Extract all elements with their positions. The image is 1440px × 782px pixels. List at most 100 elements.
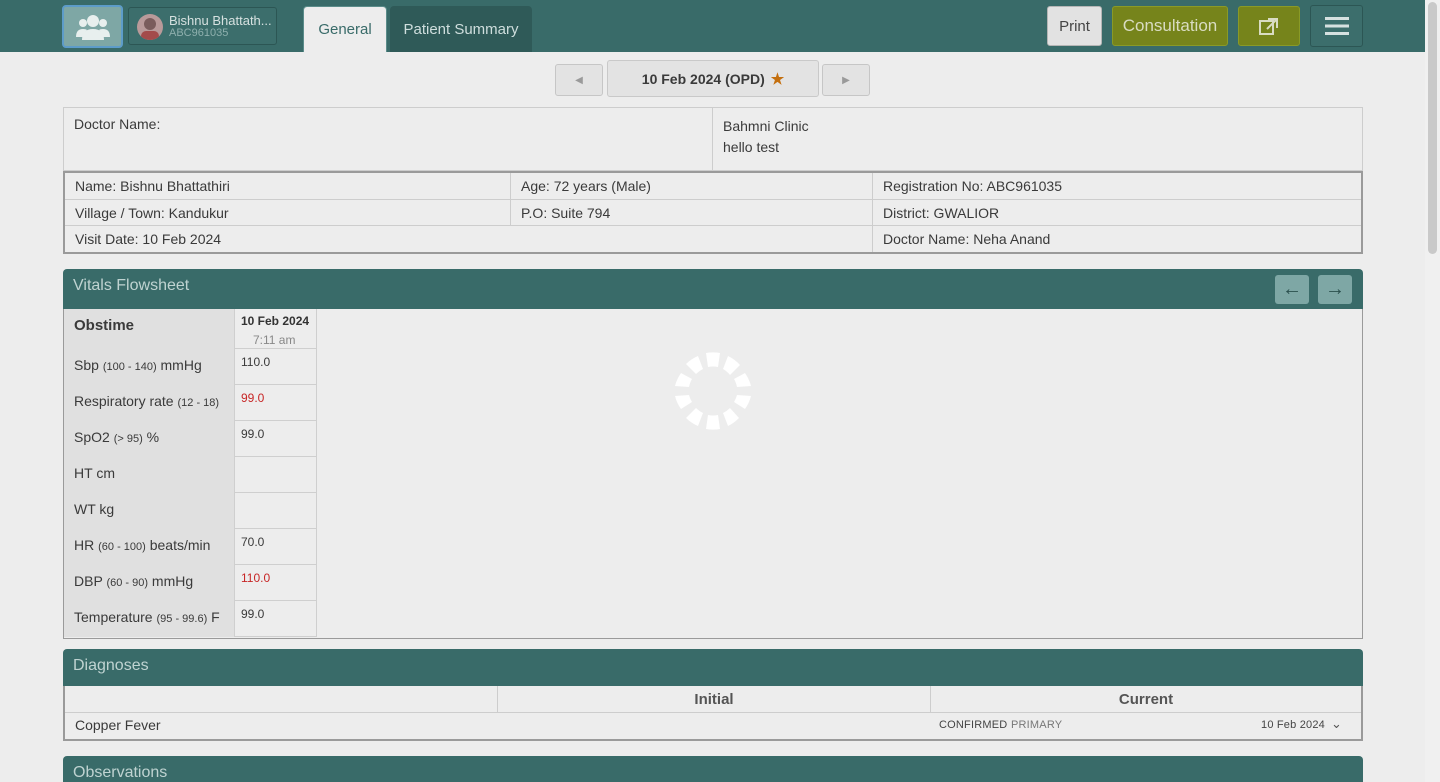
consultation-button[interactable]: Consultation	[1112, 6, 1228, 46]
vital-label: Temperature (95 - 99.6) F	[64, 601, 235, 637]
clinic-note: hello test	[723, 139, 780, 155]
vital-name: SpO2	[74, 429, 110, 445]
doctor-name-cell: Doctor Name: Neha Anand	[883, 231, 1051, 247]
vital-unit: cm	[96, 465, 115, 481]
users-icon	[75, 14, 110, 40]
vitals-flowsheet-header: Vitals Flowsheet	[63, 269, 1363, 309]
vitals-row: Temperature (95 - 99.6) F 99.0	[64, 601, 317, 637]
vital-range: (60 - 100)	[98, 541, 146, 553]
patient-search-button[interactable]	[62, 5, 123, 48]
top-header: Bishnu Bhattath... ABC961035 General Pat…	[0, 0, 1425, 52]
vital-value: 99.0	[241, 391, 265, 405]
visit-date-cell: Visit Date: 10 Feb 2024	[65, 226, 873, 252]
chevron-down-icon[interactable]: ⌄	[1331, 716, 1342, 732]
vital-name: Sbp	[74, 357, 99, 373]
caret-left-icon: ◀	[575, 74, 583, 86]
next-visit-button[interactable]: ▶	[822, 64, 870, 96]
vital-range: (95 - 99.6)	[156, 613, 208, 625]
village-cell: Village / Town: Kandukur	[65, 200, 511, 226]
tab-general[interactable]: General	[303, 6, 387, 52]
vital-label: Sbp (100 - 140) mmHg	[64, 349, 235, 385]
arrow-left-icon: ←	[1282, 278, 1302, 300]
dashboard-header: Doctor Name: Bahmni Clinic hello test	[63, 107, 1363, 171]
visit-date-label: 10 Feb 2024 (OPD)	[641, 70, 765, 87]
diagnosis-name: Copper Fever	[75, 717, 161, 733]
diagnoses-header: Diagnoses	[63, 649, 1363, 686]
star-icon: ★	[770, 70, 785, 88]
diagnosis-certainty: CONFIRMED	[939, 719, 1008, 731]
patient-name-cell: Name: Bishnu Bhattathiri	[65, 173, 511, 200]
vital-label: WT kg	[64, 493, 235, 529]
vital-unit: F	[211, 609, 220, 625]
vital-range: (60 - 90)	[106, 577, 149, 589]
vital-value: 70.0	[241, 535, 265, 549]
patient-info-chip[interactable]: Bishnu Bhattath... ABC961035	[128, 7, 277, 45]
vital-unit: kg	[99, 501, 115, 517]
vitals-header-row: Obstime 10 Feb 2024 7:11 am	[64, 309, 317, 349]
patient-name: Bishnu Bhattath...	[169, 13, 272, 28]
vitals-title: Vitals Flowsheet	[73, 277, 190, 294]
page-scrollbar[interactable]	[1425, 0, 1440, 782]
vitals-row: Respiratory rate (12 - 18) 99.0	[64, 385, 317, 421]
vital-label: SpO2 (> 95) %	[64, 421, 235, 457]
vital-name: Temperature	[74, 609, 153, 625]
avatar	[137, 14, 163, 40]
vital-value: 110.0	[241, 571, 271, 585]
loading-spinner-icon	[675, 352, 751, 430]
vital-unit: %	[146, 429, 160, 445]
observations-title: Observations	[73, 764, 168, 781]
vital-range: (100 - 140)	[102, 361, 157, 373]
doctor-name-label: Doctor Name:	[64, 108, 713, 170]
diagnoses-table: Initial Current Copper Fever CONFIRMED P…	[63, 686, 1363, 741]
vitals-next-button[interactable]: →	[1318, 275, 1352, 304]
vitals-col-date: 10 Feb 2024	[241, 314, 310, 328]
obstime-label: Obstime	[64, 309, 235, 349]
vital-value: 110.0	[241, 355, 271, 369]
vitals-prev-button[interactable]: ←	[1275, 275, 1309, 304]
external-link-icon	[1259, 18, 1278, 35]
vitals-row: SpO2 (> 95) % 99.0	[64, 421, 317, 457]
vital-label: HR (60 - 100) beats/min	[64, 529, 235, 565]
vital-value: 99.0	[241, 427, 265, 441]
district-cell: District: GWALIOR	[873, 200, 1361, 226]
clinic-name: Bahmni Clinic	[723, 118, 809, 134]
diagnosis-order: PRIMARY	[1011, 719, 1063, 731]
open-external-button[interactable]	[1238, 6, 1300, 46]
diagnoses-header-row: Initial Current	[65, 686, 1361, 713]
po-cell: P.O: Suite 794	[511, 200, 873, 226]
registration-cell: Registration No: ABC961035	[873, 173, 1361, 200]
vitals-row: DBP (60 - 90) mmHg 110.0	[64, 565, 317, 601]
clinic-info: Bahmni Clinic hello test	[723, 116, 809, 158]
hamburger-icon	[1324, 17, 1349, 35]
vitals-col-time: 7:11 am	[253, 333, 296, 347]
vitals-row: HT cm	[64, 457, 317, 493]
vitals-row: Sbp (100 - 140) mmHg 110.0	[64, 349, 317, 385]
vital-name: Respiratory rate	[74, 393, 174, 409]
col-current: Current	[930, 686, 1361, 713]
menu-button[interactable]	[1310, 5, 1363, 47]
vital-range: (> 95)	[113, 433, 143, 445]
previous-visit-button[interactable]: ◀	[555, 64, 603, 96]
arrow-right-icon: →	[1325, 278, 1345, 300]
patient-info-table: Name: Bishnu Bhattathiri Age: 72 years (…	[63, 171, 1363, 254]
vital-value-cell	[235, 457, 317, 493]
vital-name: WT	[74, 501, 96, 517]
observations-header: Observations	[63, 756, 1363, 782]
visit-selector[interactable]: 10 Feb 2024 (OPD) ★	[607, 60, 819, 97]
diagnosis-date: 10 Feb 2024	[1261, 719, 1325, 731]
scrollbar-thumb[interactable]	[1428, 2, 1437, 254]
print-button[interactable]: Print	[1047, 6, 1102, 46]
vital-label: Respiratory rate (12 - 18)	[64, 385, 235, 421]
caret-right-icon: ▶	[842, 74, 850, 86]
vital-name: HR	[74, 537, 95, 553]
vital-name: HT	[74, 465, 93, 481]
vital-label: DBP (60 - 90) mmHg	[64, 565, 235, 601]
vitals-row: HR (60 - 100) beats/min 70.0	[64, 529, 317, 565]
vital-value: 99.0	[241, 607, 265, 621]
vital-unit: beats/min	[149, 537, 211, 553]
vital-range: (12 - 18)	[177, 397, 220, 409]
tab-patient-summary[interactable]: Patient Summary	[390, 6, 532, 52]
patient-id: ABC961035	[169, 27, 229, 39]
col-initial: Initial	[497, 686, 930, 713]
vital-unit: mmHg	[151, 573, 194, 589]
